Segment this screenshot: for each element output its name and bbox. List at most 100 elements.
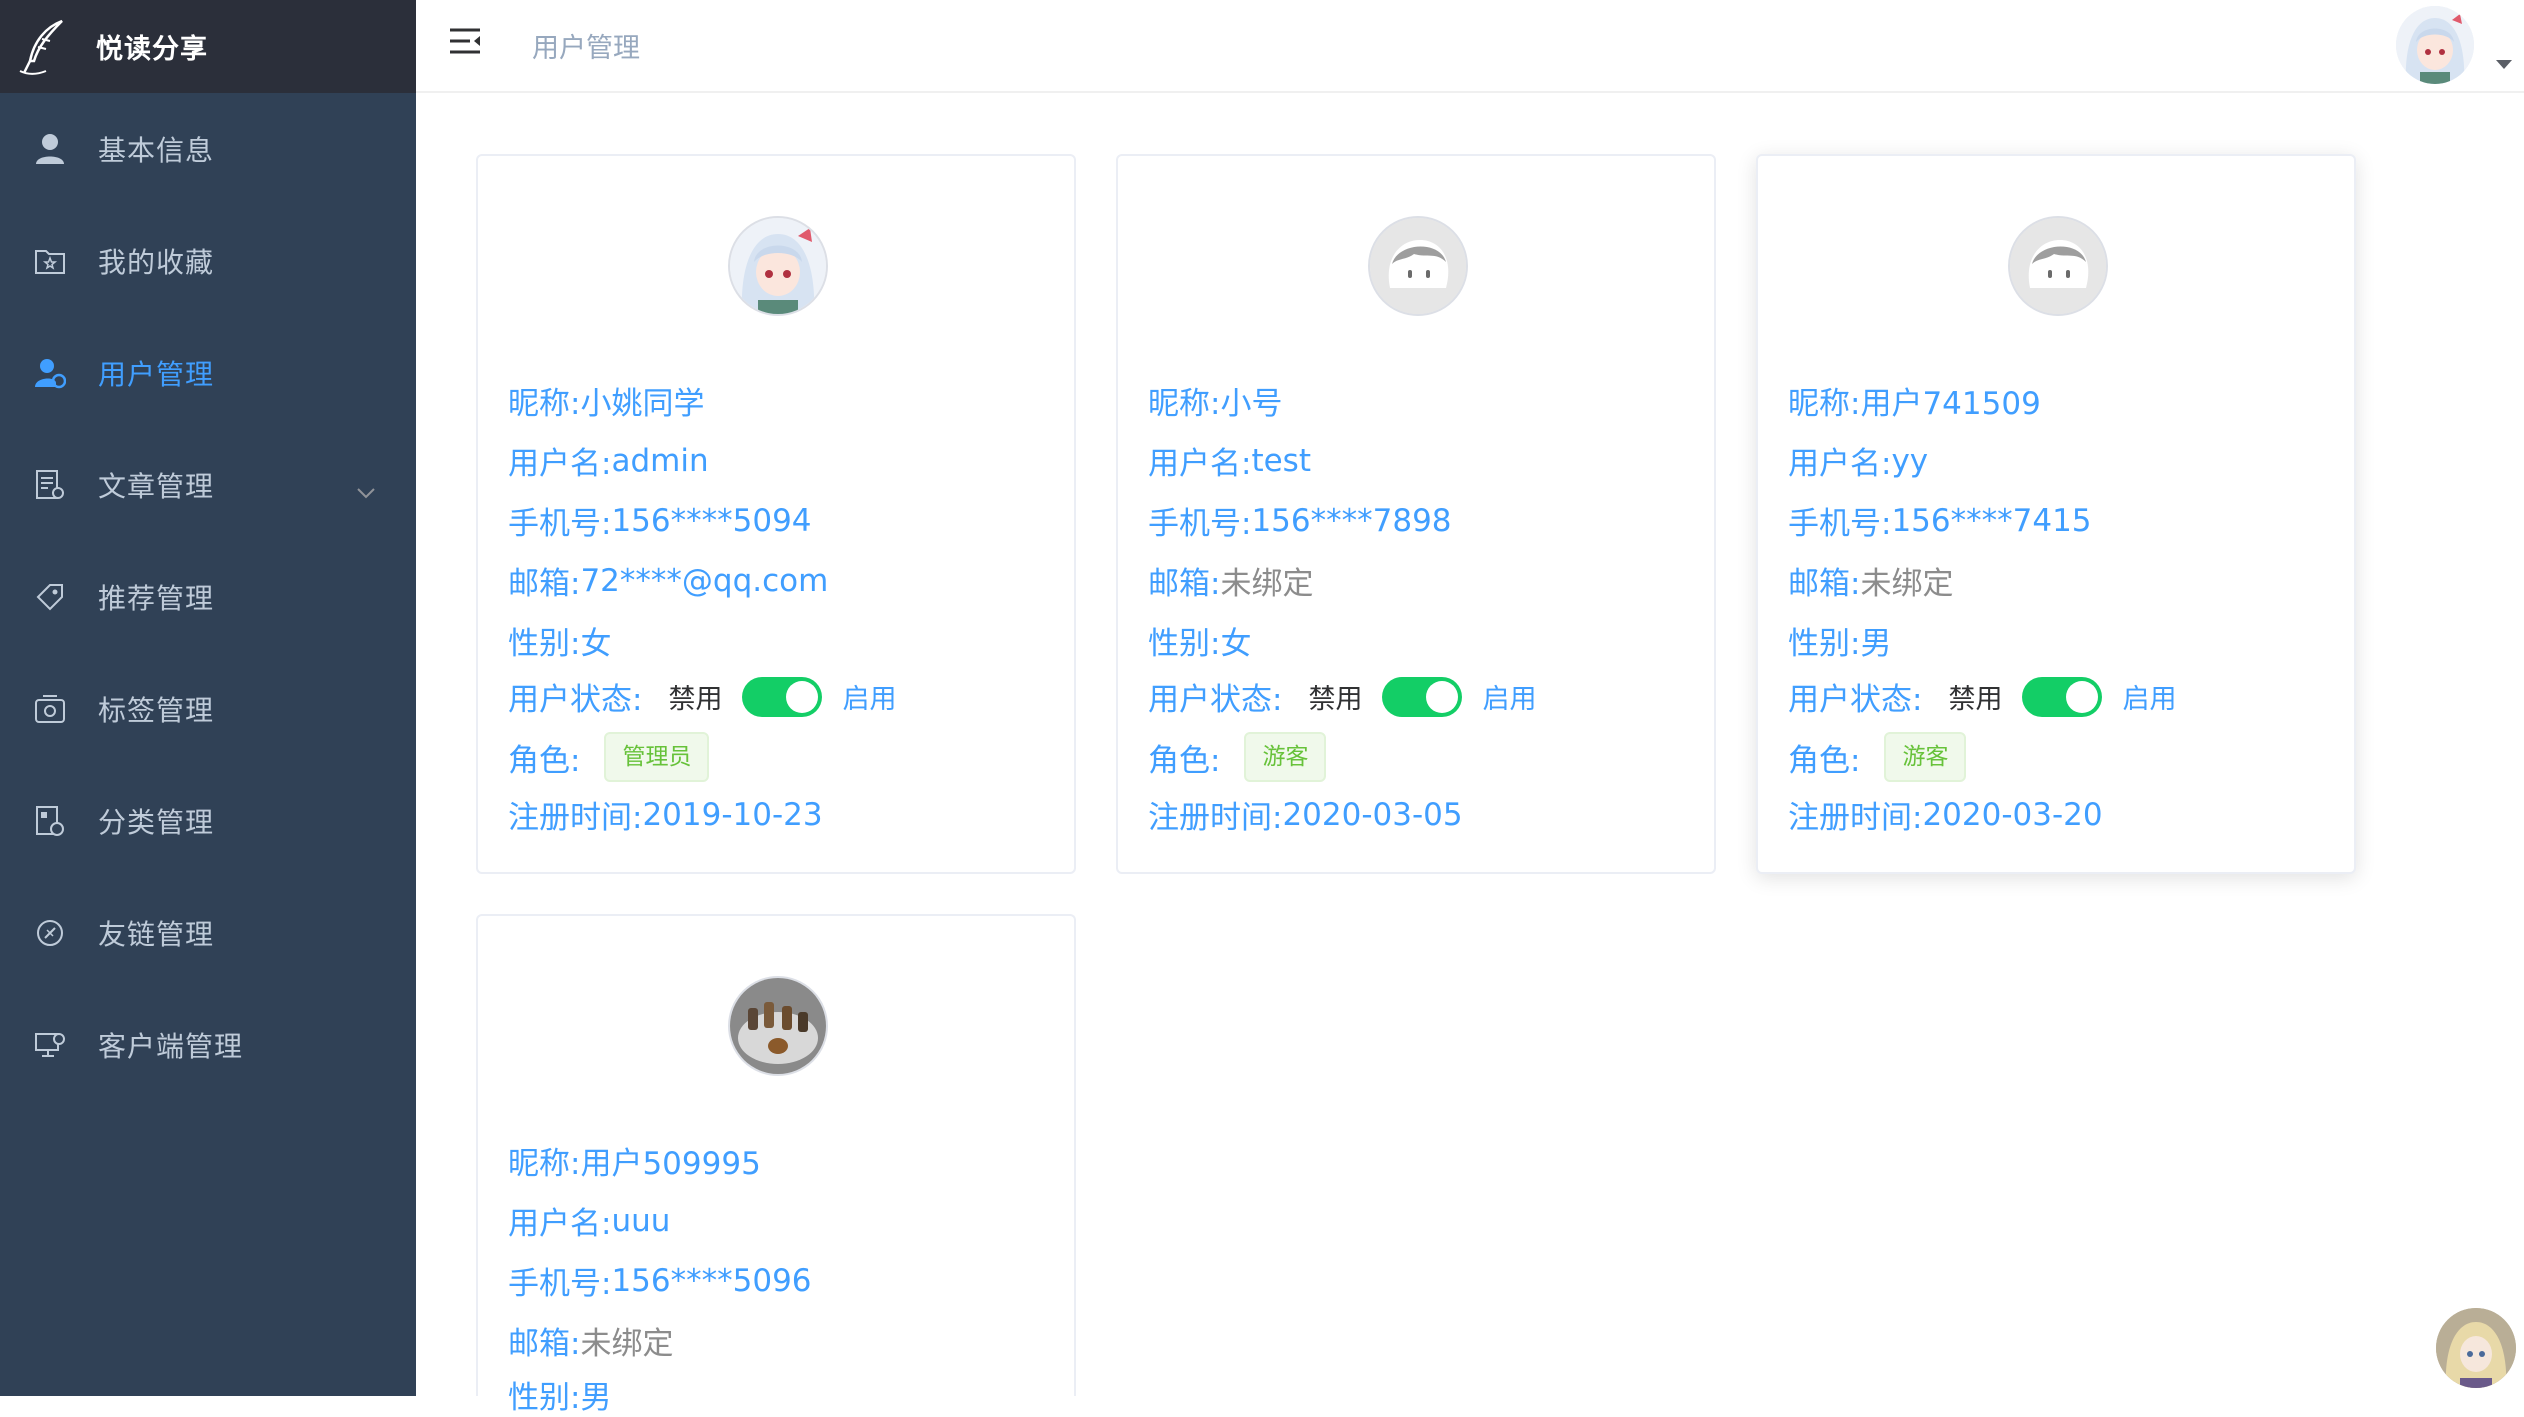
phone-value: 156****5096 — [611, 1262, 812, 1299]
role-tag: 游客 — [1244, 732, 1327, 782]
field-label: 手机号: — [508, 1266, 612, 1302]
field-label: 角色: — [1148, 742, 1221, 779]
phone-field: 手机号: 156****7898 — [1148, 498, 1452, 543]
folder-star-icon — [32, 243, 68, 279]
switch-off-label: 禁用 — [1948, 684, 2003, 715]
register-time-value: 2020-03-20 — [1922, 796, 2103, 833]
email-value: 未绑定 — [580, 1326, 674, 1362]
floating-assistant-avatar[interactable] — [2436, 1308, 2516, 1388]
register-time-field: 注册时间: 2019-10-23 — [508, 792, 823, 837]
field-label: 昵称: — [1148, 386, 1221, 422]
top-header: 用户管理 — [416, 0, 2524, 93]
phone-value: 156****5094 — [611, 502, 812, 539]
status-toggle[interactable] — [2022, 676, 2103, 717]
switch-on-label: 启用 — [2122, 684, 2177, 715]
field-label: 注册时间: — [508, 800, 643, 836]
breadcrumb[interactable]: 用户管理 — [532, 26, 640, 65]
switch-off-label: 禁用 — [668, 684, 723, 715]
sidebar-item-basic-info[interactable]: 基本信息 — [0, 93, 416, 205]
toggle-knob — [786, 680, 819, 713]
toggle-knob — [2066, 680, 2099, 713]
sidebar-item-label: 客户端管理 — [98, 1030, 244, 1063]
field-label: 昵称: — [508, 1146, 581, 1182]
field-label: 角色: — [508, 742, 581, 779]
username-value: test — [1251, 442, 1311, 479]
quill-icon — [14, 16, 70, 78]
status-toggle[interactable] — [742, 676, 823, 717]
field-label: 手机号: — [1148, 506, 1252, 542]
user-card: 昵称: 小号 用户名: test 手机号: 156****7898 邮箱: 未绑… — [1116, 154, 1716, 874]
status-toggle[interactable] — [1382, 676, 1463, 717]
gender-field: 性别: 女 — [1148, 618, 1251, 663]
register-time-value: 2019-10-23 — [642, 796, 823, 833]
field-label: 性别: — [1148, 626, 1221, 662]
field-label: 注册时间: — [1788, 800, 1923, 836]
user-avatar — [1368, 216, 1468, 316]
user-avatar[interactable] — [2396, 6, 2474, 84]
field-label: 昵称: — [508, 386, 581, 422]
nickname-value: 用户741509 — [1860, 386, 2041, 422]
gender-value: 女 — [580, 626, 612, 662]
field-label: 昵称: — [1788, 386, 1861, 422]
username-field: 用户名: test — [1148, 438, 1311, 483]
label-box-icon — [32, 691, 68, 727]
dropdown-caret-icon[interactable] — [2496, 60, 2512, 69]
gender-value: 男 — [580, 1380, 612, 1416]
phone-value: 156****7898 — [1251, 502, 1452, 539]
phone-value: 156****7415 — [1891, 502, 2092, 539]
nickname-field: 昵称: 用户509995 — [508, 1138, 761, 1183]
email-field: 邮箱: 未绑定 — [508, 1318, 673, 1363]
field-label: 用户名: — [508, 446, 612, 482]
sidebar-item-label: 我的收藏 — [98, 246, 215, 279]
app-title: 悦读分享 — [96, 34, 208, 65]
menu-toggle-icon[interactable] — [448, 26, 488, 66]
document-icon — [32, 467, 68, 503]
sidebar-item-label: 文章管理 — [98, 470, 215, 503]
field-label: 邮箱: — [1788, 566, 1861, 602]
tag-icon — [32, 579, 68, 615]
field-label: 用户状态: — [1788, 682, 1923, 718]
nickname-field: 昵称: 小号 — [1148, 378, 1282, 423]
field-label: 手机号: — [508, 506, 612, 542]
phone-field: 手机号: 156****5096 — [508, 1258, 812, 1303]
status-field: 用户状态: 禁用 启用 — [1148, 674, 1536, 719]
chevron-down-icon — [356, 473, 376, 506]
category-icon — [32, 803, 68, 839]
status-switch-group: 禁用 启用 — [1282, 676, 1536, 717]
user-avatar — [2008, 216, 2108, 316]
sidebar-item-label: 友链管理 — [98, 918, 215, 951]
sidebar-item-user-management[interactable]: 用户管理 — [0, 317, 416, 429]
nickname-value: 用户509995 — [580, 1146, 761, 1182]
username-value: yy — [1891, 442, 1929, 479]
gender-value: 女 — [1220, 626, 1252, 662]
user-manage-icon — [32, 355, 68, 391]
user-avatar — [728, 976, 828, 1076]
sidebar-item-label: 用户管理 — [98, 358, 215, 391]
sidebar-item-label: 分类管理 — [98, 806, 215, 839]
status-switch-group: 禁用 启用 — [642, 676, 897, 717]
field-label: 用户名: — [508, 1206, 612, 1242]
sidebar-item-tags[interactable]: 标签管理 — [0, 653, 416, 765]
sidebar-item-links[interactable]: 友链管理 — [0, 877, 416, 989]
logo-bar: 悦读分享 — [0, 0, 416, 93]
field-label: 邮箱: — [508, 566, 581, 602]
sidebar-item-favorites[interactable]: 我的收藏 — [0, 205, 416, 317]
user-avatar — [728, 216, 828, 316]
field-label: 邮箱: — [508, 1326, 581, 1362]
gender-field: 性别: 女 — [508, 618, 611, 663]
sidebar-item-categories[interactable]: 分类管理 — [0, 765, 416, 877]
sidebar-item-clients[interactable]: 客户端管理 — [0, 989, 416, 1101]
switch-on-label: 启用 — [842, 684, 897, 715]
gender-field: 性别: 男 — [1788, 618, 1891, 663]
user-card: 昵称: 用户509995 用户名: uuu 手机号: 156****5096 邮… — [476, 914, 1076, 1416]
link-icon — [32, 915, 68, 951]
field-label: 性别: — [508, 626, 581, 662]
field-label: 邮箱: — [1148, 566, 1221, 602]
sidebar-item-recommend[interactable]: 推荐管理 — [0, 541, 416, 653]
sidebar: 悦读分享 基本信息 我的收藏 用户管理 文章管理 推荐管理 标签管理 分类管理 … — [0, 0, 416, 1396]
switch-off-label: 禁用 — [1308, 684, 1363, 715]
status-field: 用户状态: 禁用 启用 — [1788, 674, 2176, 719]
user-card: 昵称: 小姚同学 用户名: admin 手机号: 156****5094 邮箱:… — [476, 154, 1076, 874]
sidebar-item-articles[interactable]: 文章管理 — [0, 429, 416, 541]
field-label: 用户状态: — [1148, 682, 1283, 718]
